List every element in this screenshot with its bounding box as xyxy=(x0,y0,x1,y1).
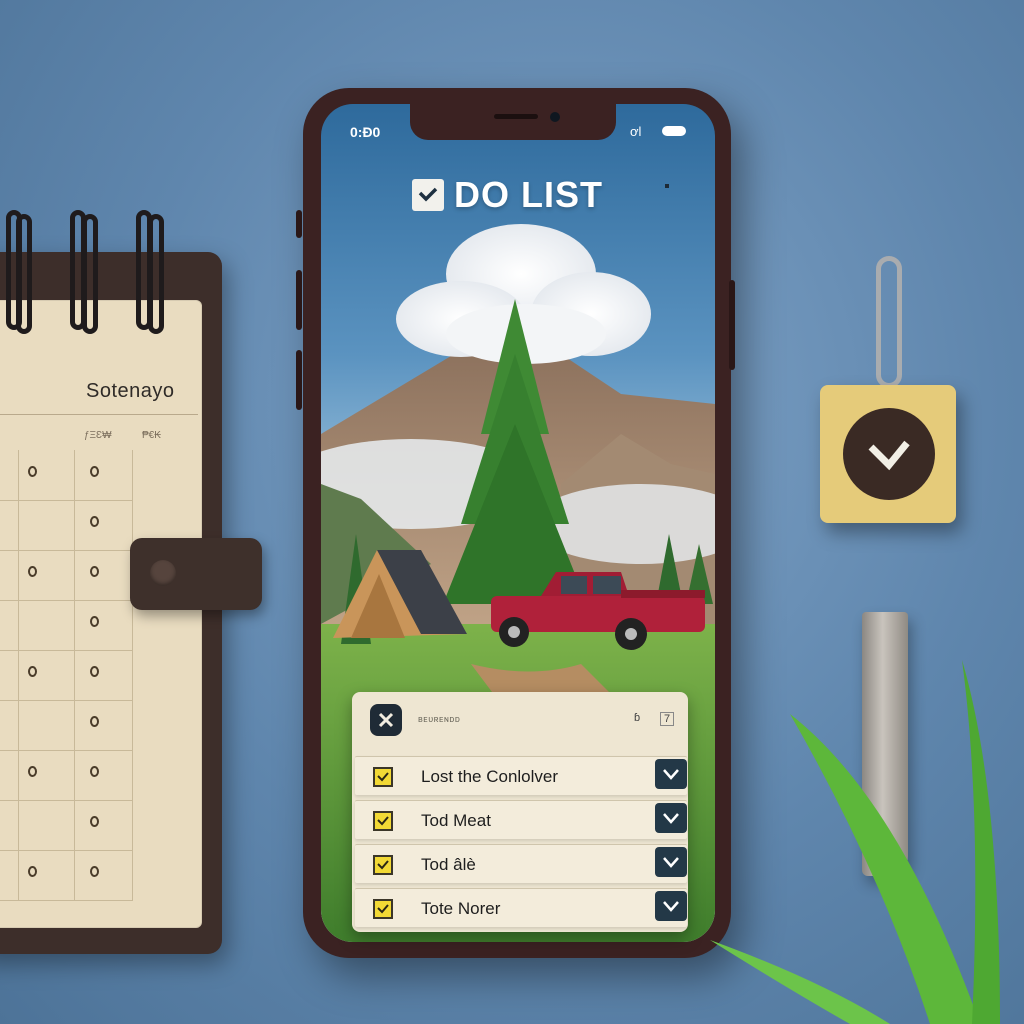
planner-cell xyxy=(18,850,75,901)
planner-title: Sotenayo xyxy=(86,380,175,402)
task-row[interactable]: Tod Meat xyxy=(355,800,687,839)
planner-cell xyxy=(18,450,75,501)
planner-bullet xyxy=(90,766,99,777)
planner-cell xyxy=(74,550,133,601)
binder-ring xyxy=(16,214,32,334)
planner-cell xyxy=(18,650,75,701)
planner-cell xyxy=(0,750,19,801)
planner-cell xyxy=(18,750,75,801)
planner-bullet xyxy=(90,716,99,727)
phone-side-button[interactable] xyxy=(296,210,302,238)
phone-side-button[interactable] xyxy=(296,350,302,410)
planner-cell xyxy=(18,800,75,851)
task-checkbox[interactable] xyxy=(373,811,393,831)
task-done-button[interactable] xyxy=(655,891,687,921)
task-done-button[interactable] xyxy=(655,759,687,789)
planner-bullet xyxy=(90,866,99,877)
planner-cell xyxy=(0,550,19,601)
planner-cell xyxy=(0,500,19,551)
task-label: Tote Norer xyxy=(421,899,501,918)
task-row[interactable]: Tod âlè xyxy=(355,844,687,883)
app-title: DO LIST xyxy=(454,174,603,215)
app-logo-check-icon xyxy=(412,179,444,211)
phone-notch xyxy=(410,104,616,140)
planner-cell xyxy=(0,800,19,851)
strap-snap-button[interactable] xyxy=(150,560,176,586)
planner-column-head: ƒΞƐ₩ xyxy=(84,430,112,441)
task-checkbox[interactable] xyxy=(373,899,393,919)
app-header: DO LIST xyxy=(412,174,603,216)
task-label: Lost the Conlolver xyxy=(421,767,559,786)
task-checkbox[interactable] xyxy=(373,767,393,787)
planner-bullet xyxy=(28,566,37,577)
planner-cell xyxy=(74,600,133,651)
planner-bullet xyxy=(90,566,99,577)
task-label: Tod Meat xyxy=(421,811,491,830)
battery-icon xyxy=(662,126,686,136)
planner-cell xyxy=(18,500,75,551)
earpiece-speaker xyxy=(494,114,538,119)
planner-column-head: ₱€₭ xyxy=(142,430,161,441)
plant-leaves xyxy=(710,660,1000,1024)
task-checkbox[interactable] xyxy=(373,855,393,875)
panel-app-icon[interactable] xyxy=(370,704,402,736)
task-row[interactable]: Tote Norer xyxy=(355,888,687,927)
planner-cell xyxy=(0,700,19,751)
phone-power-button[interactable] xyxy=(729,280,735,370)
planner-bullet xyxy=(90,666,99,677)
planner-bullet xyxy=(28,666,37,677)
planner-cell xyxy=(0,850,19,901)
front-camera xyxy=(550,112,560,122)
planner-bullet xyxy=(28,766,37,777)
planner-cell xyxy=(74,500,133,551)
planner-cell xyxy=(74,450,133,501)
planner-divider xyxy=(0,414,198,415)
planner-cell xyxy=(0,650,19,701)
planner-bullet xyxy=(90,616,99,627)
task-done-button[interactable] xyxy=(655,803,687,833)
binder-ring xyxy=(148,214,164,334)
planner-bullet xyxy=(28,466,37,477)
planner-bullet xyxy=(28,866,37,877)
planner-grid xyxy=(0,450,200,904)
task-done-button[interactable] xyxy=(655,847,687,877)
header-dot xyxy=(665,184,669,188)
planner-cell xyxy=(74,700,133,751)
planner-cell xyxy=(0,600,19,651)
status-signal: ơl xyxy=(630,124,642,139)
planner-bullet xyxy=(90,516,99,527)
panel-control[interactable]: ɓ xyxy=(634,712,640,724)
planner-cell xyxy=(18,550,75,601)
planner-cell xyxy=(74,850,133,901)
task-row[interactable]: Lost the Conlolver xyxy=(355,756,687,795)
planner-cell xyxy=(74,800,133,851)
status-time: 0:Đ0 xyxy=(350,124,381,140)
panel-header-tag: ʙᴇᴜʀᴇɴᴅᴅ xyxy=(418,714,461,724)
phone-side-button[interactable] xyxy=(296,270,302,330)
planner-cell xyxy=(18,700,75,751)
planner-cell xyxy=(74,750,133,801)
planner-cell xyxy=(0,450,19,501)
planner-cell xyxy=(74,650,133,701)
key-ring xyxy=(876,256,902,388)
planner-cell xyxy=(18,600,75,651)
check-badge-icon xyxy=(843,408,935,500)
task-label: Tod âlè xyxy=(421,855,476,874)
planner-bullet xyxy=(90,466,99,477)
binder-ring xyxy=(82,214,98,334)
panel-control[interactable]: 7 xyxy=(660,712,675,726)
planner-bullet xyxy=(90,816,99,827)
